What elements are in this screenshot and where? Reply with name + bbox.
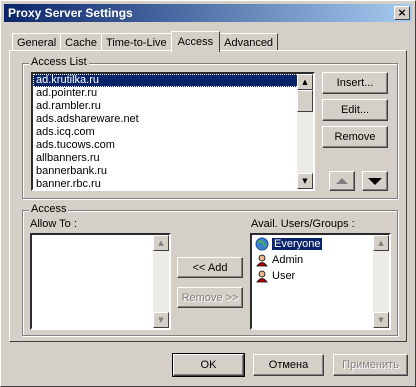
globe-icon [255, 237, 269, 251]
remove-button[interactable]: Remove [322, 126, 388, 148]
proxy-settings-window: Proxy Server Settings × General Cache Ti… [0, 0, 416, 387]
apply-button[interactable]: Применить [333, 354, 408, 376]
scroll-up-button[interactable]: ▲ [153, 235, 169, 251]
list-item[interactable]: ads.adshareware.net [33, 113, 313, 126]
allow-to-listbox[interactable]: ▲ ▼ [30, 233, 171, 330]
list-item[interactable]: bannerbank.ru [33, 165, 313, 178]
remove-user-button[interactable]: Remove >> [177, 287, 243, 308]
avail-users-scrollbar[interactable]: ▲ ▼ [373, 235, 389, 328]
add-button[interactable]: << Add [177, 257, 243, 278]
scroll-up-button[interactable]: ▲ [373, 235, 389, 251]
list-item[interactable]: allbanners.ru [33, 152, 313, 165]
user-icon [255, 269, 269, 283]
close-button[interactable]: × [394, 6, 410, 20]
user-icon [255, 253, 269, 267]
title-bar[interactable]: Proxy Server Settings × [4, 4, 412, 22]
tab-general[interactable]: General [12, 33, 62, 51]
scroll-down-button[interactable]: ▼ [297, 173, 313, 189]
list-item[interactable]: banner.rbc.ru [33, 178, 313, 189]
list-item[interactable]: Admin [252, 252, 389, 268]
list-item[interactable]: ads.icq.com [33, 126, 313, 139]
scroll-thumb[interactable] [297, 90, 313, 112]
move-up-button[interactable] [329, 171, 355, 191]
list-item-label: User [272, 270, 296, 282]
move-down-button[interactable] [362, 171, 388, 191]
tab-strip: General Cache Time-to-Live Access Advanc… [12, 31, 279, 52]
list-item[interactable]: ad.rambler.ru [33, 100, 313, 113]
tab-advanced[interactable]: Advanced [219, 33, 279, 51]
tab-time-to-live[interactable]: Time-to-Live [100, 33, 172, 51]
access-list-listbox[interactable]: ad.krutilka.ru ad.pointer.ru ad.rambler.… [31, 72, 315, 191]
list-item[interactable]: User [252, 268, 389, 284]
access-list-scrollbar[interactable]: ▲ ▼ [297, 74, 313, 189]
scroll-down-button[interactable]: ▼ [373, 312, 389, 328]
access-group: Access Allow To : ▲ ▼ << Add Remove >> A… [22, 203, 398, 336]
cancel-button[interactable]: Отмена [253, 354, 324, 376]
scroll-down-button[interactable]: ▼ [153, 312, 169, 328]
avail-users-label: Avail. Users/Groups : [251, 218, 355, 230]
list-item[interactable]: ad.pointer.ru [33, 87, 313, 100]
access-list-group: Access List ad.krutilka.ru ad.pointer.ru… [22, 56, 398, 199]
access-list-group-label: Access List [29, 56, 89, 68]
arrow-up-icon [336, 178, 348, 184]
avail-users-listbox[interactable]: Everyone Admin User ▲ ▼ [250, 233, 391, 330]
list-item[interactable]: ad.krutilka.ru [33, 74, 313, 87]
allow-to-label: Allow To : [30, 218, 77, 230]
ok-button[interactable]: OK [172, 353, 245, 377]
edit-button[interactable]: Edit... [322, 99, 388, 121]
list-item-label: Admin [272, 254, 304, 266]
insert-button[interactable]: Insert... [322, 72, 388, 94]
list-item[interactable]: ads.tucows.com [33, 139, 313, 152]
scroll-up-button[interactable]: ▲ [297, 74, 313, 90]
arrow-down-icon [368, 177, 382, 185]
tab-access[interactable]: Access [170, 31, 221, 52]
list-item-label: Everyone [272, 238, 323, 250]
list-item[interactable]: Everyone [252, 236, 389, 252]
allow-to-scrollbar[interactable]: ▲ ▼ [153, 235, 169, 328]
access-group-label: Access [29, 203, 69, 215]
access-tab-panel: Access List ad.krutilka.ru ad.pointer.ru… [9, 50, 407, 342]
window-title: Proxy Server Settings [8, 6, 133, 20]
tab-cache[interactable]: Cache [60, 33, 102, 51]
